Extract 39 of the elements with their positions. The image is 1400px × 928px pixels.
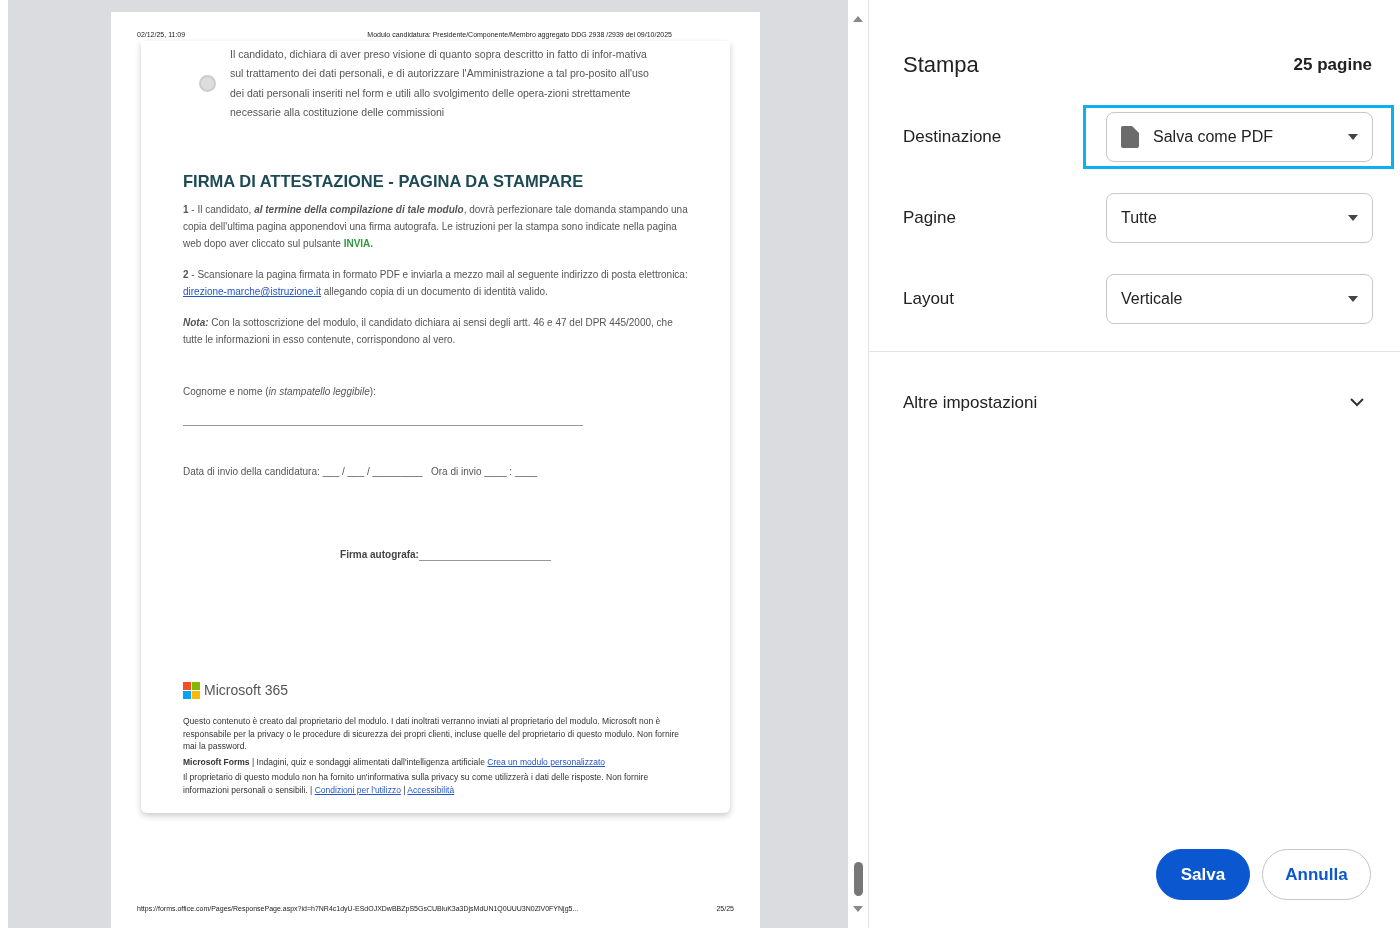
more-settings-toggle[interactable]: Altre impostazioni (869, 390, 1400, 416)
setting-label: Destinazione (903, 126, 1002, 149)
dropdown[interactable]: Salva come PDF (1106, 112, 1373, 162)
page-count: 25 pagine (1293, 53, 1372, 76)
caret-icon (1348, 215, 1358, 221)
panel-title: Stampa (903, 51, 979, 79)
radio-button[interactable] (199, 75, 216, 92)
setting-label: Pagine (903, 207, 956, 230)
scrollbar-thumb[interactable] (853, 862, 863, 896)
save-button[interactable]: Salva (1156, 849, 1250, 900)
fill-in-line[interactable] (418, 560, 551, 562)
fill-in-line[interactable] (183, 425, 583, 427)
consent-text: Il candidato, dichiara di aver preso visione di quanto sopra descritto in fatto di infor-mativa sul trattamento dei dati personali, e di autorizzare l'Amministrazione a tal pro-posito all'uso dei dati personali inseriti nel form e utili allo svolgimento delle opera-zioni strettamente necessarie alla costituzione delle commissioni (230, 46, 650, 120)
dropdown[interactable]: Verticale (1106, 274, 1373, 324)
brand-name: Microsoft 365 (204, 681, 289, 701)
paragraph: 1 - Il candidato, al termine della compilazione di tale modulo, dovrà perfezionare tale domanda stampando una copia dell'ultima pagina apponendovi una firma autografa. Le istruzioni per la stampa sono indicate nella pagina web dopo aver cliccato sul pulsante INVIA. (183, 203, 688, 252)
setting-label: Layout (903, 288, 955, 311)
link[interactable]: direzione-marche@istruzione.it (183, 286, 321, 298)
date-label: Data di invio della candidatura: ___ / ___ / _________ Ora di invio ____ : ____ (183, 465, 539, 480)
link[interactable]: Condizioni per l'utilizzo (314, 785, 401, 796)
file-icon (1121, 126, 1139, 148)
forms-info: Microsoft Forms | Indagini, quiz e sondaggi alimentati dall'intelligenza artificiale Crea un modulo personalizzato (183, 755, 606, 769)
section-title: FIRMA DI ATTESTAZIONE - PAGINA DA STAMPARE (183, 170, 585, 192)
scroll-down-icon[interactable] (853, 906, 863, 912)
signature-label: Firma autografa: (340, 548, 419, 563)
dropdown[interactable]: Tutte (1106, 193, 1373, 243)
chevron-icon (1350, 398, 1364, 408)
caret-icon (1348, 296, 1358, 302)
logo-icon (183, 682, 200, 700)
scroll-up-icon[interactable] (853, 16, 863, 22)
paragraph: Nota: Con la sottoscrizione del modulo, il candidato dichiara ai sensi degli artt. 46 e 47 del DPR 445/2000, che tutte le informazioni in esso contenute, corrispondono al vero. (183, 316, 674, 348)
cancel-button[interactable]: Annulla (1262, 849, 1371, 900)
disclaimer-text: Questo contenuto è creato dal proprietario del modulo. I dati inoltrati verranno inviati al proprietario del modulo. Microsoft non è responsabile per la privacy o le procedure di sicurezza dei propri clienti, incluse quelle del proprietario di questo modulo. Non fornire mai la password. (183, 715, 681, 753)
privacy-notice: Il proprietario di questo modulo non ha fornito un'informativa sulla privacy su come utilizzerà i dati delle risposte. Non fornire informazioni personali o sensibili. | Condizioni per l'utilizzo | Accessibilità (183, 771, 650, 798)
link[interactable]: Crea un modulo personalizzato (487, 756, 605, 767)
link[interactable]: Accessibilità (407, 785, 455, 796)
name-label: Cognome e nome (in stampatello leggibile): (183, 385, 377, 400)
paragraph: 2 - Scansionare la pagina firmata in formato PDF e inviarla a mezzo mail al seguente indirizzo di posta elettronica: direzione-marche@istruzione.it allegando copia di un documento di identità valido. (183, 268, 688, 300)
caret-icon (1348, 134, 1358, 140)
